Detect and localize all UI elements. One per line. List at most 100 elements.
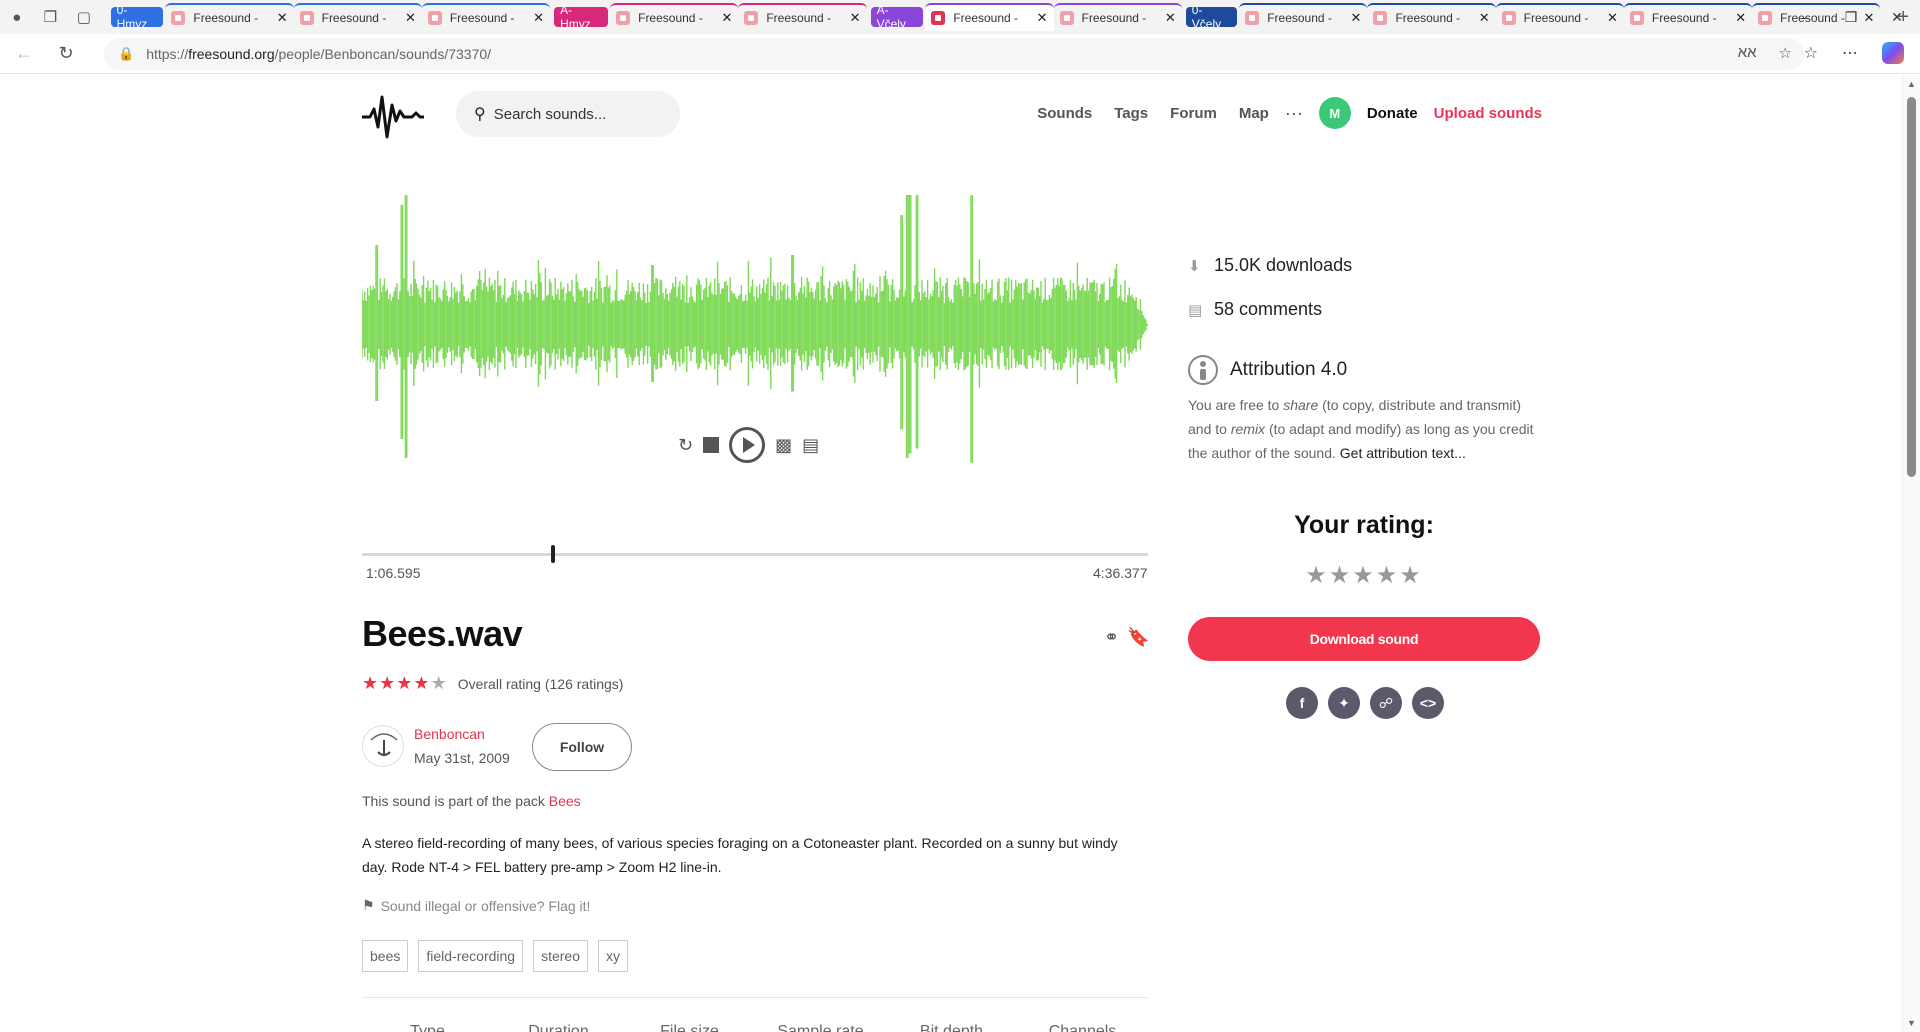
share-icon[interactable]: ☍	[1370, 687, 1402, 719]
spectrogram-icon[interactable]: ▩	[775, 435, 792, 456]
facebook-icon[interactable]: f	[1286, 687, 1318, 719]
browser-tab[interactable]: Freesound - ✕	[610, 3, 739, 31]
rate-star-icon[interactable]: ★	[1329, 562, 1353, 589]
browser-tab[interactable]: Freesound - ✕	[293, 3, 422, 31]
translate-icon[interactable]: אא	[1738, 44, 1757, 62]
follow-button[interactable]: Follow	[532, 723, 632, 771]
close-tab-icon[interactable]: ✕	[721, 10, 732, 26]
browser-tab[interactable]: Freesound - ✕	[1239, 3, 1368, 31]
url-field[interactable]: 🔒 https://freesound.org/people/Benboncan…	[104, 38, 1804, 70]
download-sound-button[interactable]: Download sound	[1188, 617, 1540, 661]
settings-more-icon[interactable]: ⋯	[1842, 43, 1858, 63]
close-tab-icon[interactable]: ✕	[1607, 10, 1618, 26]
play-button[interactable]	[729, 427, 766, 463]
browser-tab[interactable]: Freesound - ✕	[1623, 3, 1753, 31]
tab-group-chip[interactable]: A-Hmyz	[554, 3, 609, 31]
browser-tab-bar: ● ❐ ▢ 0-Hmyz Freesound - ✕ Freesound - ✕ Fr…	[0, 0, 1920, 34]
ruler-icon[interactable]: ▤	[802, 435, 819, 456]
user-avatar[interactable]: M	[1318, 97, 1351, 129]
author-avatar[interactable]	[362, 725, 404, 767]
progress-bar[interactable]	[362, 553, 1148, 556]
donate-link[interactable]: Donate	[1367, 105, 1418, 122]
close-tab-icon[interactable]: ✕	[533, 10, 544, 26]
browser-tab[interactable]: Freesound - ✕	[925, 3, 1054, 31]
freesound-favicon-icon	[1373, 11, 1388, 25]
freesound-logo[interactable]	[362, 91, 424, 139]
browser-tab[interactable]: Freesound - ✕	[1053, 3, 1182, 31]
twitter-icon[interactable]: ✦	[1328, 687, 1360, 719]
browser-tab[interactable]: Freesound - ✕	[738, 3, 867, 31]
rate-star-icon[interactable]: ★	[1352, 562, 1376, 589]
bookmark-icon[interactable]: 🔖	[1127, 627, 1149, 648]
rate-star-icon[interactable]: ★	[1399, 562, 1423, 589]
minimize-icon[interactable]: –	[1782, 0, 1828, 34]
more-icon[interactable]: ···	[1285, 103, 1303, 124]
tag-list: bees field-recording stereo xy	[362, 940, 628, 972]
tab-title: Freesound -	[1395, 11, 1461, 25]
author-name[interactable]: Benboncan	[414, 726, 510, 742]
waveform[interactable]: ↻ ▩ ▤	[362, 195, 1148, 485]
browser-tab[interactable]: Freesound - ✕	[165, 3, 294, 31]
nav-forum[interactable]: Forum	[1170, 105, 1217, 122]
tab-actions-icon[interactable]: ▢	[67, 0, 101, 34]
tab-title: Freesound -	[638, 11, 703, 25]
browser-tab[interactable]: Freesound - ✕	[1495, 3, 1624, 31]
close-window-icon[interactable]: ✕	[1874, 0, 1920, 34]
stop-icon[interactable]	[703, 437, 720, 453]
close-tab-icon[interactable]: ✕	[1735, 10, 1746, 26]
freesound-favicon-icon	[427, 11, 442, 25]
nav-tags[interactable]: Tags	[1114, 105, 1148, 122]
scroll-thumb[interactable]	[1907, 97, 1916, 477]
divider	[362, 997, 1148, 998]
close-tab-icon[interactable]: ✕	[1037, 10, 1048, 26]
flag-link[interactable]: ⚑ Sound illegal or offensive? Flag it!	[362, 897, 590, 914]
favorites-icon[interactable]: ☆	[1804, 43, 1818, 63]
close-tab-icon[interactable]: ✕	[405, 10, 416, 26]
refresh-icon[interactable]: ↻	[48, 36, 84, 72]
close-tab-icon[interactable]: ✕	[1351, 10, 1362, 26]
tab-title: Freesound -	[449, 11, 515, 25]
browser-tab[interactable]: Freesound - ✕	[1367, 3, 1496, 31]
nav-map[interactable]: Map	[1239, 105, 1269, 122]
rate-star-icon[interactable]: ★	[1305, 562, 1329, 589]
tab-group-chip[interactable]: A-Včely	[870, 3, 924, 31]
sound-metadata: TypeWave (.wav)Duration4:36.377File size…	[362, 1023, 1148, 1032]
loop-icon[interactable]: ↻	[678, 435, 693, 456]
freesound-favicon-icon	[1758, 11, 1773, 25]
comments-count[interactable]: ▤ 58 comments	[1188, 299, 1322, 320]
close-tab-icon[interactable]: ✕	[850, 10, 861, 26]
scroll-down-icon[interactable]: ▼	[1907, 1018, 1916, 1028]
tag-chip[interactable]: field-recording	[418, 940, 524, 972]
close-tab-icon[interactable]: ✕	[277, 10, 288, 26]
close-tab-icon[interactable]: ✕	[1165, 10, 1176, 26]
tab-title: Freesound -	[1523, 11, 1589, 25]
get-attribution-link[interactable]: Get attribution text...	[1340, 445, 1466, 461]
metadata-label: Channels	[1048, 1023, 1117, 1032]
tag-chip[interactable]: stereo	[533, 940, 588, 972]
restore-icon[interactable]: ❐	[1828, 0, 1874, 34]
nav-sounds[interactable]: Sounds	[1037, 105, 1092, 122]
profile-icon[interactable]: ●	[0, 0, 34, 34]
page-scrollbar[interactable]: ▲ ▼	[1902, 75, 1920, 1032]
lock-icon: 🔒	[118, 46, 135, 61]
copilot-icon[interactable]	[1882, 42, 1904, 64]
your-rating-stars[interactable]: ★★★★★	[1188, 561, 1540, 590]
upload-sounds-link[interactable]: Upload sounds	[1434, 105, 1542, 122]
favorite-star-icon[interactable]: ☆	[1779, 44, 1792, 62]
tab-group-chip[interactable]: 0-Včely	[1185, 3, 1238, 31]
address-bar-row: ← ↻ 🔒 https://freesound.org/people/Benbo…	[0, 34, 1920, 74]
back-icon[interactable]: ←	[6, 36, 42, 72]
workspaces-icon[interactable]: ❐	[34, 0, 68, 34]
pack-link[interactable]: Bees	[549, 793, 581, 809]
progress-handle[interactable]	[550, 545, 555, 563]
similar-sounds-icon[interactable]: ⚭	[1104, 627, 1119, 648]
browser-tab[interactable]: Freesound - ✕	[421, 3, 551, 31]
rate-star-icon[interactable]: ★	[1376, 562, 1400, 589]
scroll-up-icon[interactable]: ▲	[1907, 79, 1916, 89]
tag-chip[interactable]: bees	[362, 940, 409, 972]
tag-chip[interactable]: xy	[598, 940, 628, 972]
search-input[interactable]: ⚲ Search sounds...	[456, 91, 680, 137]
embed-icon[interactable]: <>	[1412, 687, 1444, 719]
close-tab-icon[interactable]: ✕	[1479, 10, 1490, 26]
tab-group-chip[interactable]: 0-Hmyz	[110, 3, 164, 31]
